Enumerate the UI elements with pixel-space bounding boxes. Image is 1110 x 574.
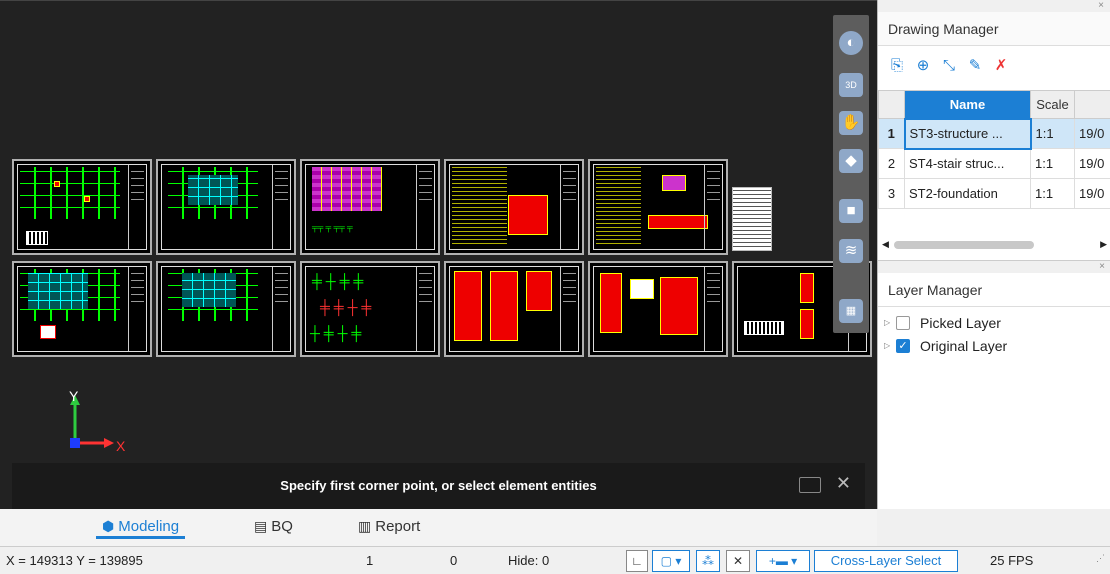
drawing-table: Name Scale 1 ST3-structure ... 1:1 19/0 … bbox=[878, 90, 1110, 209]
axis-indicator: Y X bbox=[69, 391, 126, 454]
command-prompt: Specify first corner point, or select el… bbox=[12, 463, 865, 510]
layers-icon[interactable]: ≋ bbox=[839, 239, 863, 263]
tab-report[interactable]: ▥ Report bbox=[352, 513, 426, 539]
side-panels: × Drawing Manager ⎘ ⊕ ⤡ ✎ ✗ Name Scale 1… bbox=[877, 0, 1110, 509]
coordinate-readout: X = 149313 Y = 139895 bbox=[6, 553, 143, 568]
expand-arrow-icon[interactable]: ▷ bbox=[884, 318, 896, 327]
clipboard-icon: ▥ bbox=[358, 518, 372, 534]
drawing-sheet[interactable] bbox=[156, 159, 296, 255]
orbit-icon[interactable]: ◐ bbox=[839, 31, 863, 55]
cube-icon: ⬢ bbox=[102, 518, 115, 534]
locate-icon[interactable]: ⊕ bbox=[910, 54, 936, 78]
drawing-sheet[interactable] bbox=[12, 159, 152, 255]
view-cube-icon[interactable]: ◆ bbox=[839, 149, 863, 173]
drawing-sheet[interactable]: ╪ ┼ ╪ ╪ ╪ ╪ ┼ ╪ ┼ ╪ ┼ ╪ bbox=[300, 261, 440, 357]
expand-arrow-icon[interactable]: ▷ bbox=[884, 341, 896, 350]
layer-manager-title: Layer Manager bbox=[878, 273, 1110, 307]
fit-icon[interactable]: ⤡ bbox=[936, 54, 962, 78]
close-icon[interactable]: × bbox=[1099, 261, 1105, 272]
resize-grip-icon[interactable]: ⋰ bbox=[1096, 553, 1105, 564]
delete-drawing-icon[interactable]: ✗ bbox=[988, 54, 1014, 78]
table-row[interactable]: 1 ST3-structure ... 1:1 19/0 bbox=[878, 117, 1110, 150]
cross-layer-select-button[interactable]: Cross-Layer Select bbox=[814, 550, 958, 572]
drawing-sheet[interactable]: ╤╤ ╤ ╤╤ ╤ bbox=[300, 159, 440, 255]
document-icon: ▤ bbox=[254, 518, 268, 534]
status-count-2: 0 bbox=[450, 553, 458, 568]
pan-hand-icon[interactable]: ✋ bbox=[839, 111, 863, 135]
select-box-icon[interactable]: ▢ ▾ bbox=[652, 550, 690, 572]
edit-icon[interactable]: ✎ bbox=[962, 54, 988, 78]
column-header-date[interactable] bbox=[1074, 90, 1110, 119]
close-icon[interactable]: × bbox=[1098, 0, 1104, 11]
snap-icon[interactable]: ⁂ bbox=[696, 550, 720, 572]
schedule-sheet[interactable] bbox=[732, 187, 772, 251]
box-view-icon[interactable]: ■ bbox=[839, 199, 863, 223]
checkbox-checked[interactable]: ✓ bbox=[896, 338, 910, 353]
fps-readout: 25 FPS bbox=[990, 553, 1034, 568]
column-header-name[interactable]: Name bbox=[904, 90, 1031, 119]
drawing-sheet[interactable] bbox=[444, 159, 584, 255]
app-window: ╤╤ ╤ ╤╤ ╤ ╪ ┼ ╪ ╪ ╪ ╪ ┼ ╪ ┼ ╪ ┼ ╪ ◐ 3D ✋… bbox=[0, 0, 1110, 574]
drawing-sheet[interactable] bbox=[156, 261, 296, 357]
tab-bq[interactable]: ▤ BQ bbox=[248, 513, 299, 539]
axis-x-label: X bbox=[116, 438, 126, 454]
column-header-scale[interactable]: Scale bbox=[1030, 90, 1075, 119]
ortho-icon[interactable]: ∟ bbox=[626, 550, 648, 572]
close-icon[interactable]: ✕ bbox=[836, 473, 851, 494]
view-toolbar: ◐ 3D ✋ ◆ ■ ≋ ▦ bbox=[833, 15, 869, 333]
camera-icon[interactable] bbox=[799, 477, 821, 493]
axis-y-label: Y bbox=[69, 391, 79, 404]
status-bar: X = 149313 Y = 139895 1 0 Hide: 0 ∟ ▢ ▾ … bbox=[0, 546, 1110, 574]
layer-item-original[interactable]: ▷ ✓ Original Layer bbox=[878, 334, 1110, 357]
grid-view-icon[interactable]: ▦ bbox=[839, 299, 863, 323]
drawing-sheet[interactable] bbox=[12, 261, 152, 357]
prompt-text: Specify first corner point, or select el… bbox=[280, 478, 597, 493]
layer-item-picked[interactable]: ▷ Picked Layer bbox=[878, 311, 1110, 334]
hide-count: Hide: 0 bbox=[508, 553, 550, 568]
drawing-manager-title: Drawing Manager bbox=[878, 12, 1110, 46]
layer-manager: × Layer Manager ▷ Picked Layer ▷ ✓ Origi… bbox=[878, 260, 1110, 509]
horizontal-scrollbar[interactable]: ◀ ▶ bbox=[882, 238, 1107, 252]
table-row[interactable]: 2 ST4-stair struc... 1:1 19/0 bbox=[878, 148, 1110, 179]
insert-point-icon[interactable]: +▬ ▾ bbox=[756, 550, 810, 572]
drawing-manager-toolbar: ⎘ ⊕ ⤡ ✎ ✗ bbox=[878, 46, 1110, 86]
tab-modeling[interactable]: ⬢ Modeling bbox=[96, 513, 186, 539]
status-count-1: 1 bbox=[366, 553, 374, 568]
3d-view-icon[interactable]: 3D bbox=[839, 73, 863, 97]
cross-icon[interactable]: ✕ bbox=[726, 550, 750, 572]
checkbox[interactable] bbox=[896, 315, 910, 330]
table-row[interactable]: 3 ST2-foundation 1:1 19/0 bbox=[878, 178, 1110, 209]
drawing-viewport[interactable]: ╤╤ ╤ ╤╤ ╤ ╪ ┼ ╪ ╪ ╪ ╪ ┼ ╪ ┼ ╪ ┼ ╪ ◐ 3D ✋… bbox=[0, 0, 877, 510]
bottom-tabs: ⬢ Modeling ▤ BQ ▥ Report bbox=[0, 509, 877, 539]
drawing-sheet[interactable] bbox=[444, 261, 584, 357]
drawing-sheet[interactable] bbox=[588, 261, 728, 357]
add-drawing-icon[interactable]: ⎘ bbox=[884, 54, 910, 78]
drawing-sheet[interactable] bbox=[588, 159, 728, 255]
